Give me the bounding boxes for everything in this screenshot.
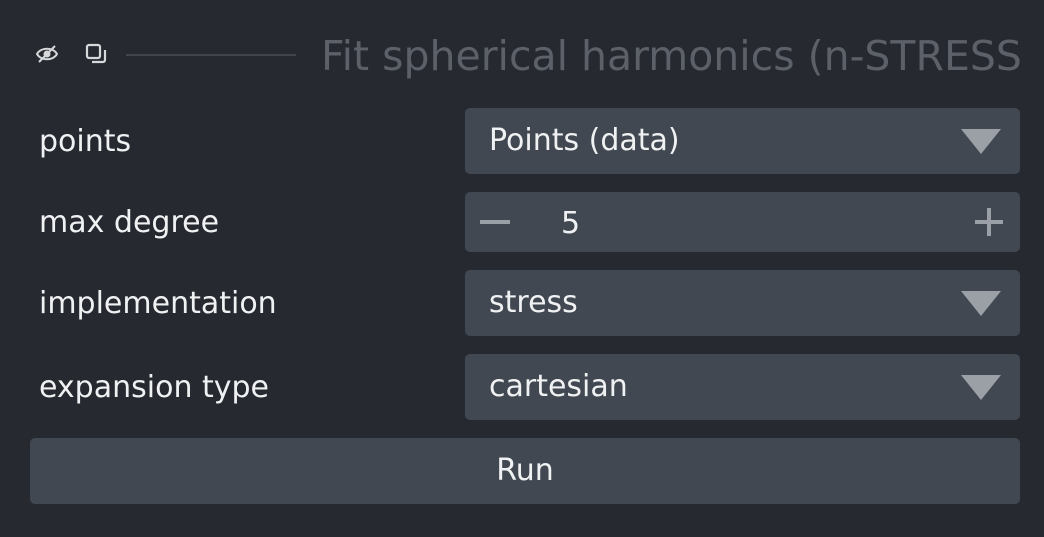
run-button[interactable]: Run: [30, 438, 1020, 504]
widget-title: Fit spherical harmonics (n-STRESS: [321, 32, 1022, 80]
expansion-type-dropdown[interactable]: cartesian: [465, 354, 1020, 420]
dock-title-bar: Fit spherical harmonics (n-STRESS: [0, 0, 1044, 100]
chevron-down-icon: [961, 291, 1001, 316]
expansion-type-dropdown-value: cartesian: [489, 369, 628, 404]
title-divider: [126, 54, 296, 56]
widget-panel: Fit spherical harmonics (n-STRESS points…: [0, 0, 1044, 537]
float-window-icon[interactable]: [84, 42, 108, 66]
implementation-label: implementation: [39, 286, 277, 321]
max-degree-spinbox[interactable]: 5: [465, 192, 1020, 252]
chevron-down-icon: [961, 129, 1001, 154]
points-dropdown-value: Points (data): [489, 123, 680, 158]
points-dropdown[interactable]: Points (data): [465, 108, 1020, 174]
implementation-dropdown-value: stress: [489, 285, 578, 320]
points-label: points: [39, 124, 132, 159]
expansion-type-label: expansion type: [39, 370, 270, 405]
max-degree-value[interactable]: 5: [561, 204, 580, 244]
implementation-dropdown[interactable]: stress: [465, 270, 1020, 336]
eye-slash-icon[interactable]: [35, 42, 59, 66]
minus-icon[interactable]: [480, 220, 510, 224]
max-degree-label: max degree: [39, 205, 220, 240]
chevron-down-icon: [961, 375, 1001, 400]
